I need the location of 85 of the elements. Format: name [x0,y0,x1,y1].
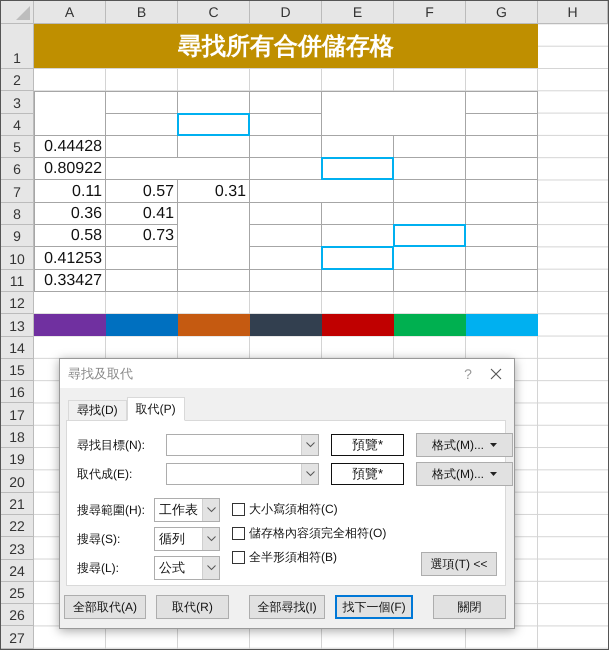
column-header[interactable]: C [178,1,250,24]
row-header[interactable]: 25 [1,582,34,604]
row-header[interactable]: 21 [1,492,34,515]
row-header[interactable]: 7 [1,180,34,203]
row-header[interactable]: 3 [1,91,34,114]
row-header[interactable]: 8 [1,202,34,226]
row-header[interactable]: 16 [1,381,34,404]
table-cell: 0.36 [34,202,106,226]
format-preview: 預覽* [331,463,404,485]
row-header[interactable]: 20 [1,470,34,493]
table-cell: 0.44428 [34,136,106,158]
row-header[interactable]: 10 [1,247,34,270]
corner-triangle-icon [16,6,30,20]
row-header[interactable]: 22 [1,514,34,538]
option-dropdown[interactable]: 工作表 [154,498,220,522]
dialog-button[interactable]: 找下一個(F) [335,595,413,619]
chevron-down-icon [306,442,314,448]
dialog-button[interactable]: 全部尋找(I) [249,595,325,619]
format-button[interactable]: 格式(M)... [416,462,513,486]
dialog-title: 尋找及取代 [68,364,134,382]
row-header[interactable]: 6 [1,158,34,180]
column-header[interactable]: D [250,1,322,24]
row-header[interactable]: 18 [1,426,34,448]
row-header[interactable]: 9 [1,225,34,248]
table-cell: 0.11 [34,180,106,203]
column-header[interactable]: B [106,1,178,24]
table-cell: 0.57 [106,180,178,203]
row-header[interactable]: 24 [1,560,34,582]
dialog-button[interactable]: 取代(R) [156,595,229,619]
option-dropdown[interactable]: 公式 [154,556,220,580]
table-cell: 0.41253 [34,247,106,270]
option-label: 搜尋(L): [77,560,120,576]
dialog-button[interactable]: 關閉 [433,595,506,619]
row-header[interactable]: 1 [1,24,34,69]
option-label: 搜尋範圍(H): [77,502,146,518]
search-combo-field[interactable] [166,463,319,485]
table-cell: 0.80922 [34,158,106,180]
column-header[interactable]: A [34,1,106,24]
checkbox-label: 儲存格內容須完全相符(O) [249,525,386,542]
close-icon[interactable] [490,368,502,380]
row-header[interactable]: 4 [1,114,34,136]
column-header[interactable]: E [322,1,394,24]
tab[interactable]: 取代(P) [126,397,185,421]
format-button[interactable]: 格式(M)... [416,433,513,457]
table-cell: 0.41 [106,202,178,226]
tab[interactable]: 尋找(D) [68,400,127,421]
option-dropdown[interactable]: 循列 [154,527,220,551]
row-header[interactable]: 27 [1,626,34,649]
row-header[interactable]: 17 [1,403,34,426]
dropdown-arrow-icon [490,443,497,447]
row-header[interactable]: 12 [1,292,34,314]
dropdown-arrow-icon [490,472,497,476]
checkbox[interactable] [232,503,245,516]
row-header[interactable]: 5 [1,136,34,158]
field-label: 取代成(E): [77,466,134,482]
column-header[interactable]: H [538,1,608,24]
options-button[interactable]: 選項(T) << [421,552,497,576]
chevron-down-icon [306,471,314,477]
chevron-down-icon [206,536,216,542]
table-cell: 0.58 [34,225,106,248]
sheet-title: 尋找所有合併儲存格 [34,24,538,68]
row-header[interactable]: 11 [1,270,34,292]
option-label: 搜尋(S): [77,530,122,548]
checkbox-label: 大小寫須相符(C) [249,501,338,518]
row-header[interactable]: 23 [1,537,34,560]
row-header[interactable]: 26 [1,604,34,626]
checkbox[interactable] [232,551,245,564]
column-header[interactable]: G [466,1,538,24]
row-header[interactable]: 15 [1,358,34,382]
table-cell: 0.33427 [34,270,106,292]
row-header[interactable]: 13 [1,314,34,337]
field-label: 尋找目標(N): [77,436,146,454]
checkbox[interactable] [232,527,245,540]
chevron-down-icon [206,507,216,513]
search-combo-field[interactable] [166,434,319,456]
column-header[interactable]: F [394,1,466,24]
row-header[interactable]: 2 [1,69,34,92]
row-header[interactable]: 14 [1,336,34,359]
chevron-down-icon [206,565,216,571]
table-cell: 0.73 [106,225,178,248]
row-header[interactable]: 19 [1,448,34,470]
checkbox-label: 全半形須相符(B) [249,549,337,566]
format-preview: 預覽* [331,434,404,456]
table-cell: 0.31 [178,180,250,203]
dialog-button[interactable]: 全部取代(A) [64,595,146,619]
